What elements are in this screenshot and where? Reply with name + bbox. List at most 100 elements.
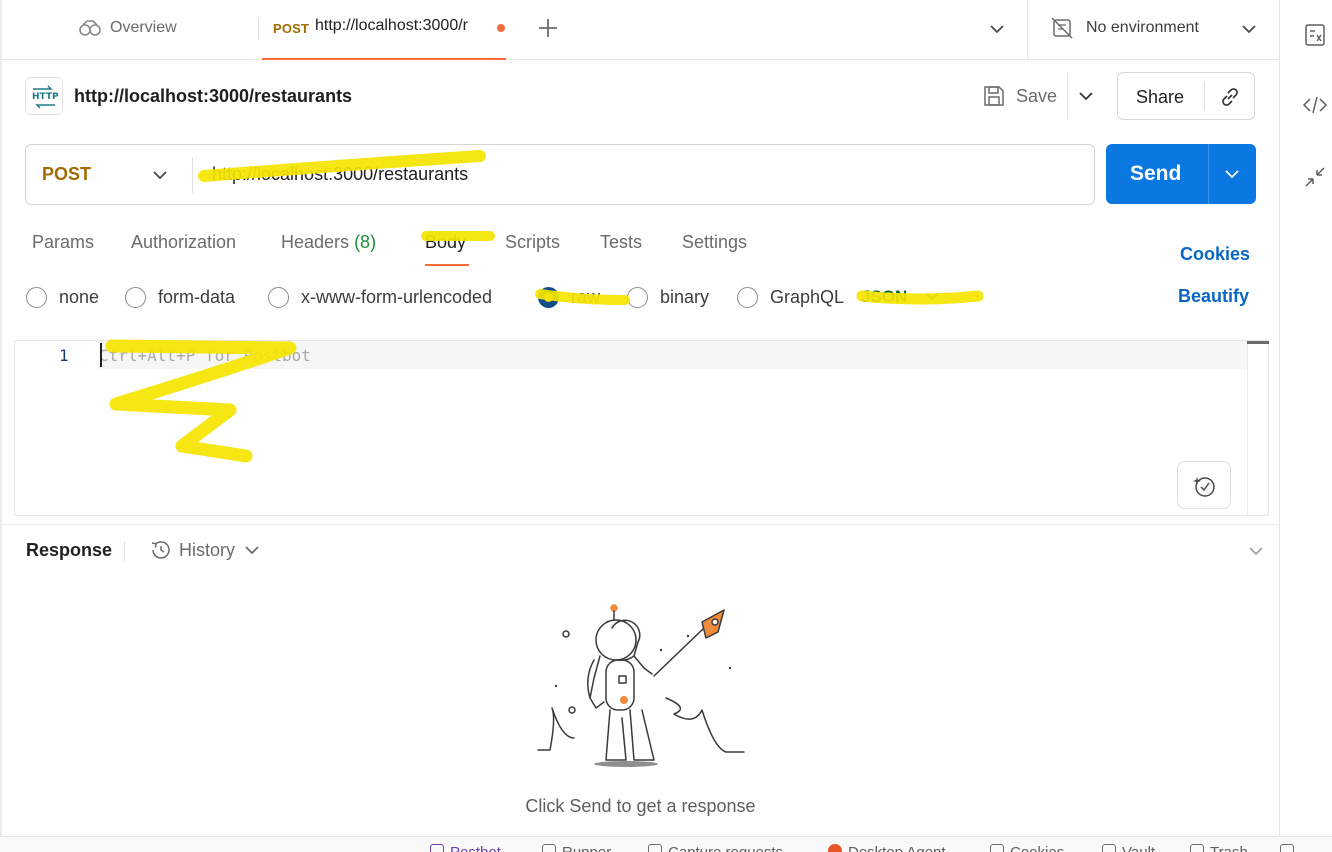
beautify-link[interactable]: Beautify: [1178, 286, 1249, 307]
tab-divider: [258, 18, 259, 40]
copy-link-icon[interactable]: [1218, 85, 1242, 109]
statusbar-runner[interactable]: Runner: [542, 844, 611, 852]
request-title[interactable]: http://localhost:3000/restaurants: [74, 86, 352, 107]
tab-active-request[interactable]: POST http://localhost:3000/r: [262, 0, 506, 60]
new-tab-plus-icon[interactable]: [536, 16, 560, 40]
tab-params[interactable]: Params: [32, 232, 94, 253]
variables-icon[interactable]: [1302, 22, 1328, 48]
share-label: Share: [1136, 87, 1185, 107]
statusbar-postbot-label: Postbot: [450, 844, 501, 852]
astronaut-illustration: [537, 604, 745, 767]
overview-icon: [79, 20, 101, 36]
url-input[interactable]: http://localhost:3000/restaurants: [212, 164, 468, 185]
send-button[interactable]: Send: [1106, 144, 1256, 204]
history-dropdown[interactable]: History: [149, 538, 263, 562]
cookies-link[interactable]: Cookies: [1180, 244, 1250, 265]
radio-circle: [627, 286, 648, 308]
send-options-chevron-down-icon[interactable]: [1221, 163, 1243, 185]
save-icon: [984, 86, 1004, 106]
collapse-arrows-icon[interactable]: [1302, 164, 1328, 190]
tab-headers-label: Headers: [281, 232, 350, 252]
http-request-icon: HTTP: [25, 77, 63, 115]
radio-binary-label: binary: [660, 286, 710, 307]
statusbar-capture[interactable]: Capture requests: [648, 844, 783, 852]
radio-circle-selected: [538, 286, 559, 308]
tab-tests[interactable]: Tests: [600, 232, 642, 253]
radio-form-data[interactable]: form-data: [125, 286, 235, 308]
save-divider: [1067, 74, 1068, 118]
svg-text:HTTP: HTTP: [32, 92, 59, 102]
radio-circle: [125, 286, 146, 308]
environment-label: No environment: [1086, 19, 1199, 36]
cookie-icon: [990, 844, 1004, 852]
statusbar-runner-label: Runner: [562, 844, 611, 852]
environment-chevron-down-icon[interactable]: [1238, 18, 1260, 40]
method-chevron-down-icon[interactable]: [149, 164, 171, 186]
trash-icon: [1190, 844, 1204, 852]
tabs-chevron-down-icon[interactable]: [986, 18, 1008, 40]
radio-none-label: none: [59, 286, 100, 307]
code-icon[interactable]: [1302, 92, 1328, 118]
radio-circle: [268, 286, 289, 308]
window-edge: [0, 0, 2, 852]
statusbar-postbot[interactable]: Postbot: [430, 844, 501, 852]
radio-form-data-label: form-data: [158, 286, 236, 307]
postbot-icon: [1193, 477, 1215, 497]
radio-binary[interactable]: binary: [627, 286, 709, 308]
method-selector[interactable]: POST: [42, 164, 91, 185]
headers-count-badge: (8): [354, 232, 377, 252]
editor-placeholder: Ctrl+Alt+P for Postbot: [99, 346, 311, 365]
layout-icon: [1280, 844, 1294, 852]
text-cursor: [100, 343, 102, 367]
postbot-button[interactable]: [1177, 461, 1231, 509]
share-divider: [1204, 81, 1205, 111]
statusbar-layout[interactable]: [1280, 844, 1294, 852]
radio-raw-label: raw: [571, 286, 601, 307]
no-environment-icon: [1051, 17, 1073, 39]
response-collapse-chevron-icon[interactable]: [1245, 540, 1267, 562]
radio-raw[interactable]: raw: [538, 286, 600, 308]
method-divider: [192, 157, 193, 193]
format-chevron-down-icon: [926, 293, 938, 301]
save-label: Save: [1016, 85, 1058, 106]
statusbar-agent[interactable]: Desktop Agent: [828, 844, 946, 852]
capture-icon: [648, 844, 662, 852]
statusbar-cookies-label: Cookies: [1010, 844, 1064, 852]
radio-none[interactable]: none: [26, 286, 99, 308]
statusbar-trash[interactable]: Trash: [1190, 844, 1248, 852]
runner-icon: [542, 844, 556, 852]
save-options-chevron-down-icon[interactable]: [1075, 85, 1097, 107]
postbot-icon: [430, 844, 444, 852]
statusbar-trash-label: Trash: [1210, 844, 1248, 852]
save-button[interactable]: Save: [982, 82, 1057, 110]
tab-url: http://localhost:3000/r: [315, 17, 468, 34]
tab-authorization[interactable]: Authorization: [131, 232, 236, 253]
tab-overview-label: Overview: [110, 19, 177, 36]
statusbar-vault[interactable]: Vault: [1102, 844, 1155, 852]
tab-settings[interactable]: Settings: [682, 232, 747, 253]
history-icon: [151, 541, 170, 559]
vault-icon: [1102, 844, 1116, 852]
line-number: 1: [59, 346, 69, 365]
tab-headers[interactable]: Headers (8): [281, 232, 376, 253]
environment-selector[interactable]: No environment: [1050, 16, 1199, 40]
radio-urlencoded-label: x-www-form-urlencoded: [301, 286, 493, 307]
response-title: Response: [26, 540, 113, 560]
statusbar-vault-label: Vault: [1122, 844, 1155, 852]
right-sidebar: [1279, 0, 1332, 836]
editor-scrollbar[interactable]: [1247, 341, 1269, 515]
history-chevron-down-icon: [245, 546, 259, 555]
share-button[interactable]: Share: [1117, 72, 1255, 120]
format-selector[interactable]: JSON: [861, 286, 939, 308]
tab-scripts[interactable]: Scripts: [505, 232, 560, 253]
request-header: HTTP http://localhost:3000/restaurants: [25, 76, 352, 116]
radio-graphql[interactable]: GraphQL: [737, 286, 844, 308]
tab-body[interactable]: Body: [425, 232, 466, 253]
tab-overview[interactable]: Overview: [78, 16, 177, 40]
body-editor[interactable]: 1 Ctrl+Alt+P for Postbot: [14, 340, 1269, 516]
tab-body-indicator: [425, 264, 469, 266]
statusbar-cookies[interactable]: Cookies: [990, 844, 1064, 852]
editor-scrollbar-thumb[interactable]: [1247, 341, 1269, 344]
radio-urlencoded[interactable]: x-www-form-urlencoded: [268, 286, 492, 308]
tab-bar: Overview POST http://localhost:3000/r No…: [0, 0, 1280, 60]
